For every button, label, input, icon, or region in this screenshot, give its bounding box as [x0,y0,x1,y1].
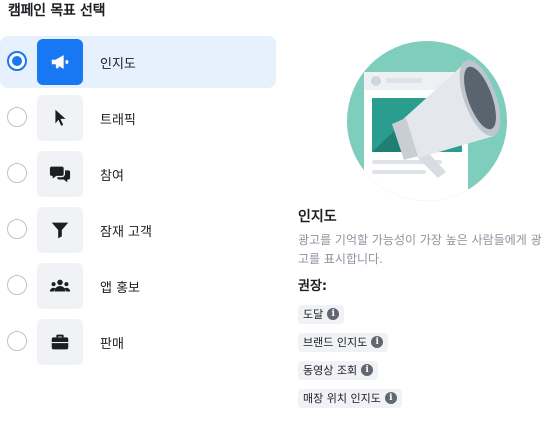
radio-button-selected[interactable] [7,51,27,71]
objective-detail-description: 광고를 기억할 가능성이 가장 높은 사람들에게 광고를 표시합니다. [298,233,542,266]
objective-label: 참여 [100,169,124,184]
objective-label: 잠재 고객 [100,225,152,240]
tag-store-location-awareness[interactable]: 매장 위치 인지도 i [298,388,402,408]
objective-traffic[interactable]: 트래픽 [0,92,276,144]
tag-label: 동영상 조회 [303,364,358,377]
cursor-icon [37,95,83,141]
radio-button[interactable] [7,219,27,239]
briefcase-icon [37,319,83,365]
radio-button[interactable] [7,163,27,183]
objective-label: 트래픽 [100,113,136,128]
objective-list: 인지도 트래픽 참여 잠재 고객 앱 홍보 판매 [0,36,276,372]
people-icon [37,263,83,309]
chat-bubbles-icon [37,151,83,197]
tag-label: 브랜드 인지도 [303,336,368,349]
objective-label: 앱 홍보 [100,281,141,296]
page-title: 캠페인 목표 선택 [8,3,106,19]
tag-label: 도달 [303,308,324,321]
objective-awareness[interactable]: 인지도 [0,36,276,88]
awareness-illustration [347,41,507,201]
tag-label: 매장 위치 인지도 [303,392,381,405]
radio-button[interactable] [7,331,27,351]
tag-video-views[interactable]: 동영상 조회 i [298,360,379,380]
recommended-tags: 도달 i 브랜드 인지도 i 동영상 조회 i 매장 위치 인지도 i [298,303,402,415]
radio-button[interactable] [7,107,27,127]
info-icon[interactable]: i [384,392,397,404]
recommended-label: 권장: [298,279,328,294]
objective-detail-title: 인지도 [298,209,337,225]
radio-button[interactable] [7,275,27,295]
objective-leads[interactable]: 잠재 고객 [0,204,276,256]
objective-label: 인지도 [100,57,136,72]
info-icon[interactable]: i [327,308,340,320]
info-icon[interactable]: i [361,364,374,376]
objective-label: 판매 [100,337,124,352]
tag-brand-awareness[interactable]: 브랜드 인지도 i [298,332,389,352]
tag-reach[interactable]: 도달 i [298,304,345,324]
funnel-icon [37,207,83,253]
objective-sales[interactable]: 판매 [0,316,276,368]
objective-app-promotion[interactable]: 앱 홍보 [0,260,276,312]
megaphone-icon [37,39,83,85]
info-icon[interactable]: i [371,336,384,348]
objective-engagement[interactable]: 참여 [0,148,276,200]
